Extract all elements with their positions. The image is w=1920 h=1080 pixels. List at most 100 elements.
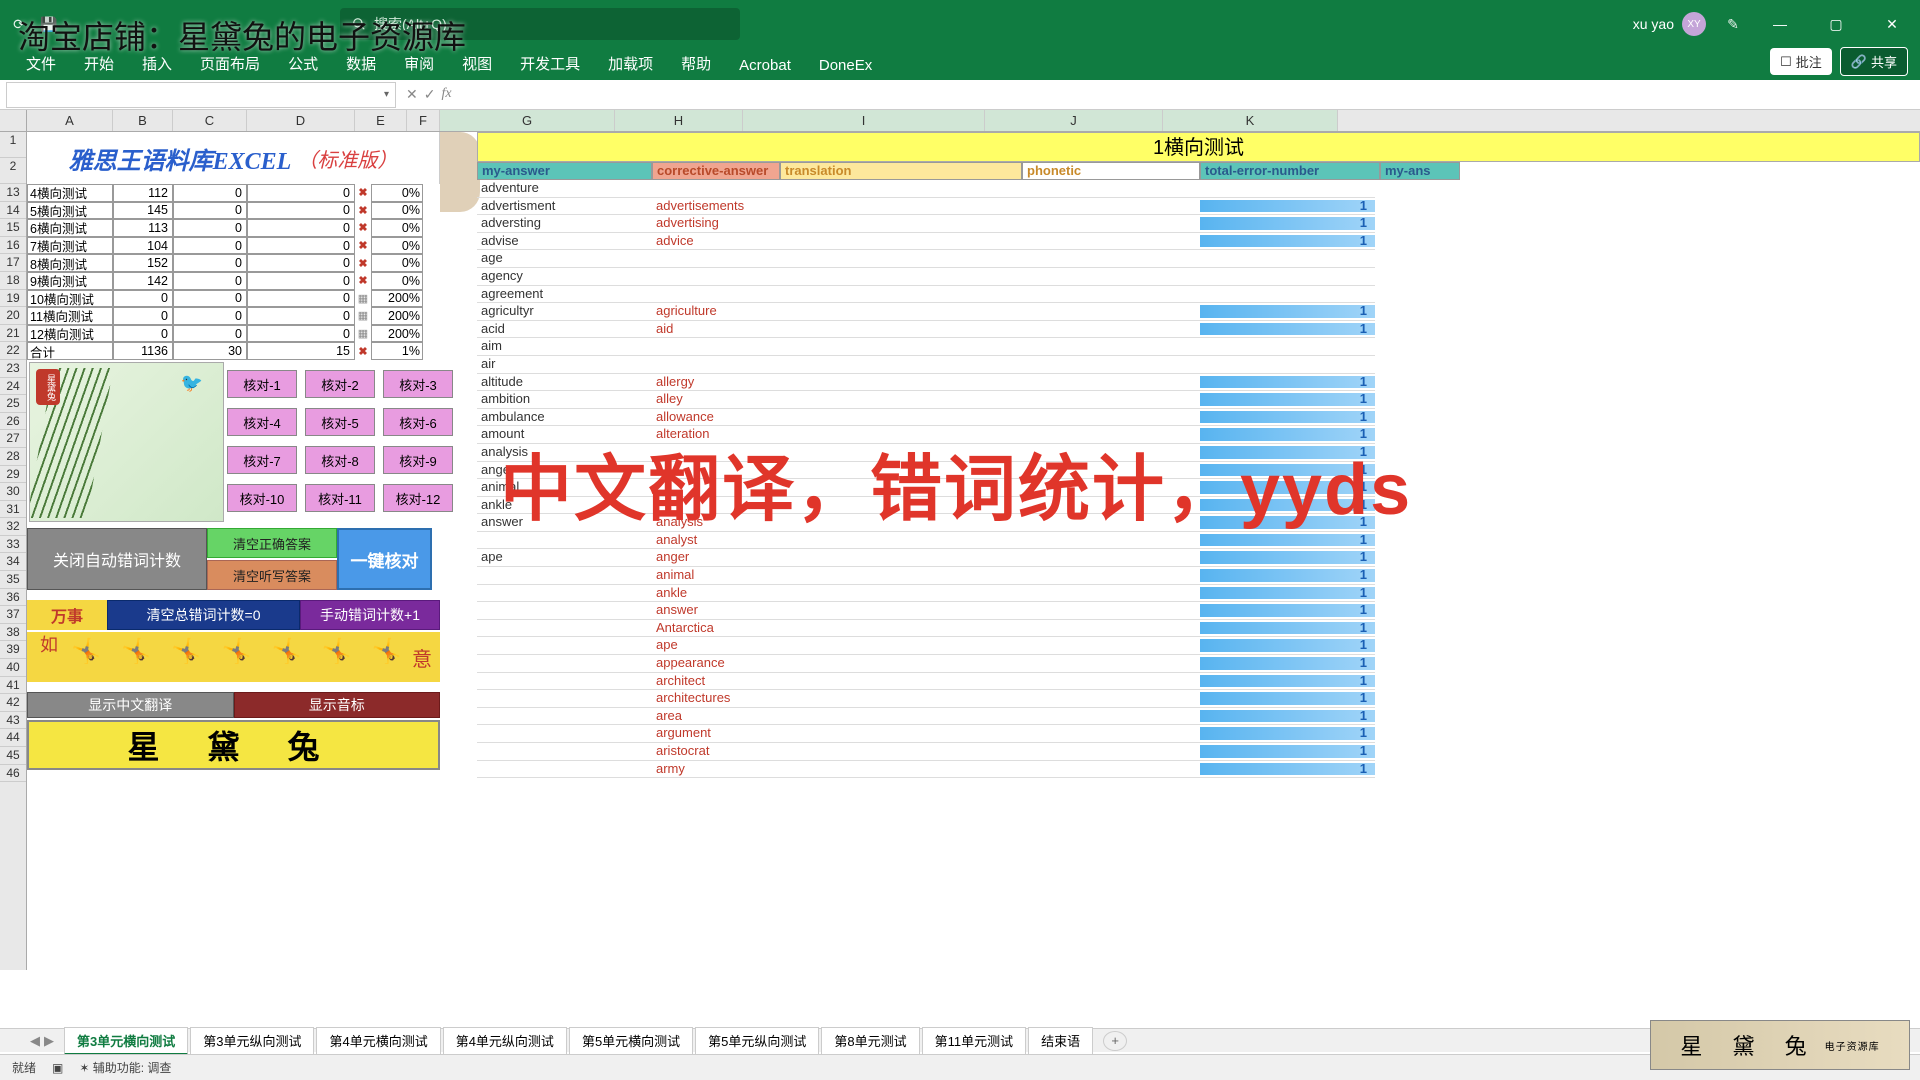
cell[interactable]: 0 bbox=[247, 290, 355, 308]
column-header-b[interactable]: B bbox=[113, 110, 173, 131]
cell-corrective[interactable]: advice bbox=[652, 233, 780, 251]
data-row[interactable]: agreement bbox=[477, 286, 1920, 304]
data-row[interactable]: Antarctica 1 bbox=[477, 620, 1920, 638]
check-button-5[interactable]: 核对-5 bbox=[305, 408, 375, 436]
cell[interactable]: 0% bbox=[371, 272, 423, 290]
check-button-12[interactable]: 核对-12 bbox=[383, 484, 453, 512]
close-auto-count-button[interactable]: 关闭自动错词计数 bbox=[27, 528, 207, 590]
cell-my-answer[interactable] bbox=[477, 585, 652, 603]
cell-my-answer[interactable]: age bbox=[477, 250, 652, 268]
stats-row[interactable]: 6横向测试 113 0 0 ✖ 0% bbox=[27, 219, 440, 237]
cell[interactable]: 7横向测试 bbox=[27, 237, 113, 255]
sheet-tab[interactable]: 第5单元纵向测试 bbox=[695, 1027, 819, 1055]
cell-translation[interactable] bbox=[780, 286, 1022, 304]
cell-phonetic[interactable] bbox=[1022, 268, 1200, 286]
cell-corrective[interactable]: answer bbox=[652, 602, 780, 620]
cell-phonetic[interactable] bbox=[1022, 673, 1200, 691]
data-row[interactable]: ape 1 bbox=[477, 637, 1920, 655]
check-button-9[interactable]: 核对-9 bbox=[383, 446, 453, 474]
row-header[interactable]: 21 bbox=[0, 325, 26, 343]
cell-phonetic[interactable] bbox=[1022, 250, 1200, 268]
cell-phonetic[interactable] bbox=[1022, 637, 1200, 655]
stats-row[interactable]: 5横向测试 145 0 0 ✖ 0% bbox=[27, 202, 440, 220]
cell-my-answer[interactable] bbox=[477, 567, 652, 585]
cell-phonetic[interactable] bbox=[1022, 725, 1200, 743]
cell-my-answer[interactable]: acid bbox=[477, 321, 652, 339]
cell[interactable]: 0 bbox=[173, 272, 247, 290]
row-header[interactable]: 15 bbox=[0, 219, 26, 237]
cell-corrective[interactable]: anger bbox=[652, 549, 780, 567]
cell-corrective[interactable] bbox=[652, 338, 780, 356]
cell[interactable]: 合计 bbox=[27, 342, 113, 360]
cell-error-count[interactable]: 1 bbox=[1200, 620, 1375, 638]
stats-row[interactable]: 9横向测试 142 0 0 ✖ 0% bbox=[27, 272, 440, 290]
clear-total-button[interactable]: 清空总错词计数=0 bbox=[107, 600, 300, 630]
accessibility-status[interactable]: ✶ 辅助功能: 调查 bbox=[79, 1059, 171, 1076]
data-row[interactable]: agricultyr agriculture 1 bbox=[477, 303, 1920, 321]
sheet-tab[interactable]: 第4单元横向测试 bbox=[316, 1027, 440, 1055]
cell-translation[interactable] bbox=[780, 567, 1022, 585]
row-header[interactable]: 35 bbox=[0, 571, 26, 589]
cell[interactable]: 0 bbox=[247, 237, 355, 255]
sheet-tab[interactable]: 第4单元纵向测试 bbox=[443, 1027, 567, 1055]
cell[interactable]: 145 bbox=[113, 202, 173, 220]
cell-error-count[interactable] bbox=[1200, 286, 1375, 304]
cell-error-count[interactable]: 1 bbox=[1200, 637, 1375, 655]
cell[interactable]: 0% bbox=[371, 237, 423, 255]
cell-phonetic[interactable] bbox=[1022, 409, 1200, 427]
cell-phonetic[interactable] bbox=[1022, 620, 1200, 638]
cell-my-answer[interactable] bbox=[477, 673, 652, 691]
cell-corrective[interactable]: architect bbox=[652, 673, 780, 691]
cell-phonetic[interactable] bbox=[1022, 198, 1200, 216]
show-translation-button[interactable]: 显示中文翻译 bbox=[27, 692, 234, 718]
data-row[interactable]: aristocrat 1 bbox=[477, 743, 1920, 761]
cell-corrective[interactable]: animal bbox=[652, 567, 780, 585]
clear-listen-button[interactable]: 清空听写答案 bbox=[207, 560, 337, 590]
cell-my-answer[interactable]: agricultyr bbox=[477, 303, 652, 321]
cell-translation[interactable] bbox=[780, 655, 1022, 673]
row-header[interactable]: 42 bbox=[0, 694, 26, 712]
data-row[interactable]: argument 1 bbox=[477, 725, 1920, 743]
cell-phonetic[interactable] bbox=[1022, 338, 1200, 356]
data-row[interactable]: agency bbox=[477, 268, 1920, 286]
row-header[interactable]: 17 bbox=[0, 254, 26, 272]
mode-switch-icon[interactable]: ✎ bbox=[1722, 13, 1744, 35]
cell-my-answer[interactable]: agency bbox=[477, 268, 652, 286]
cell[interactable]: 0 bbox=[173, 254, 247, 272]
sheet-tab[interactable]: 结束语 bbox=[1028, 1027, 1093, 1055]
cell[interactable]: 0 bbox=[173, 202, 247, 220]
cell[interactable]: 0% bbox=[371, 202, 423, 220]
cell-my-answer[interactable]: altitude bbox=[477, 374, 652, 392]
row-header[interactable]: 25 bbox=[0, 395, 26, 413]
stats-row[interactable]: 11横向测试 0 0 0 ▦ 200% bbox=[27, 307, 440, 325]
tab-doneex[interactable]: DoneEx bbox=[805, 51, 886, 80]
cell[interactable]: 12横向测试 bbox=[27, 325, 113, 343]
cell-error-count[interactable]: 1 bbox=[1200, 725, 1375, 743]
cell-my-answer[interactable] bbox=[477, 602, 652, 620]
cell[interactable]: 112 bbox=[113, 184, 173, 202]
data-row[interactable]: appearance 1 bbox=[477, 655, 1920, 673]
cell-error-count[interactable]: 1 bbox=[1200, 708, 1375, 726]
cell-corrective[interactable]: architectures bbox=[652, 690, 780, 708]
sheet-tab[interactable]: 第8单元测试 bbox=[821, 1027, 919, 1055]
cell[interactable]: 0 bbox=[173, 184, 247, 202]
cell-error-count[interactable]: 1 bbox=[1200, 321, 1375, 339]
cell[interactable]: 9横向测试 bbox=[27, 272, 113, 290]
stats-row[interactable]: 7横向测试 104 0 0 ✖ 0% bbox=[27, 237, 440, 255]
check-button-3[interactable]: 核对-3 bbox=[383, 370, 453, 398]
cell-translation[interactable] bbox=[780, 215, 1022, 233]
cell-corrective[interactable] bbox=[652, 356, 780, 374]
row-header[interactable]: 43 bbox=[0, 712, 26, 730]
add-sheet-button[interactable]: + bbox=[1103, 1031, 1127, 1051]
row-header[interactable]: 2 bbox=[0, 158, 26, 184]
cell-my-answer[interactable] bbox=[477, 725, 652, 743]
sheet-tab[interactable]: 第5单元横向测试 bbox=[569, 1027, 693, 1055]
cell[interactable]: 10横向测试 bbox=[27, 290, 113, 308]
cell-error-count[interactable]: 1 bbox=[1200, 567, 1375, 585]
cell-translation[interactable] bbox=[780, 303, 1022, 321]
cell-my-answer[interactable]: ambition bbox=[477, 391, 652, 409]
cell-corrective[interactable] bbox=[652, 268, 780, 286]
cell[interactable]: 0 bbox=[173, 290, 247, 308]
cell-translation[interactable] bbox=[780, 409, 1022, 427]
chevron-down-icon[interactable]: ▾ bbox=[384, 89, 389, 100]
